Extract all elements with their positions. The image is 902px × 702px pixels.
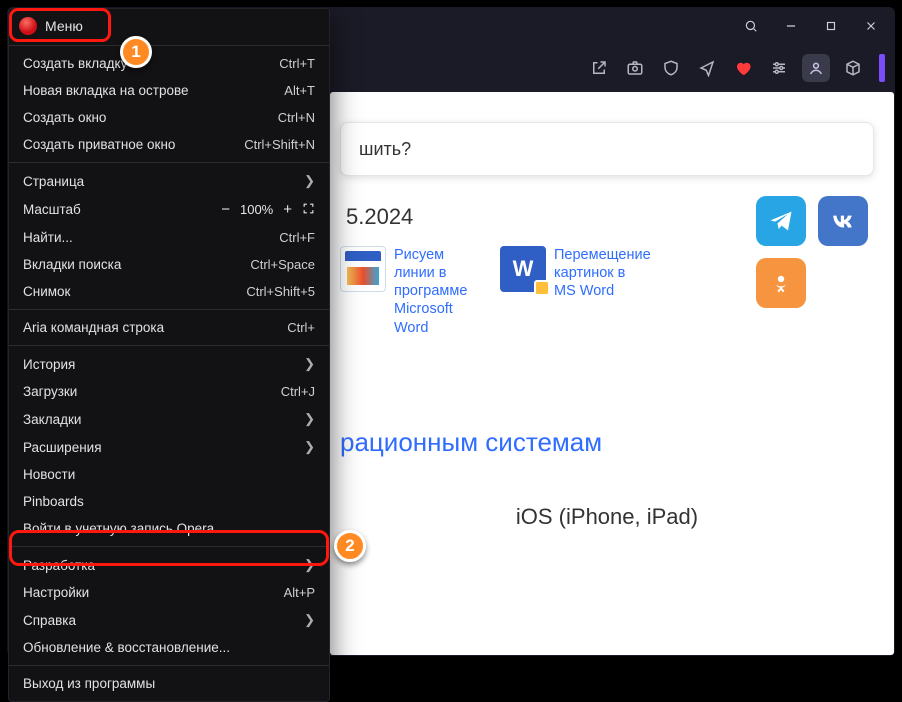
camera-icon[interactable] bbox=[622, 55, 648, 81]
menu-item[interactable]: Вкладки поиска Ctrl+Space bbox=[9, 251, 329, 278]
menu-item[interactable]: Масштаб −100% + bbox=[9, 195, 329, 224]
menu-item-label: Расширения bbox=[23, 440, 102, 455]
menu-item-label: Pinboards bbox=[23, 494, 84, 509]
menu-item[interactable]: Создать окно Ctrl+N bbox=[9, 104, 329, 131]
search-input[interactable]: шить? bbox=[340, 122, 874, 176]
zoom-value: 100% bbox=[240, 202, 273, 217]
menu-item[interactable]: Создать приватное окно Ctrl+Shift+N bbox=[9, 131, 329, 158]
menu-item[interactable]: Найти... Ctrl+F bbox=[9, 224, 329, 251]
vk-icon[interactable] bbox=[818, 196, 868, 246]
menu-shortcut: Ctrl+Shift+5 bbox=[234, 284, 315, 299]
telegram-icon[interactable] bbox=[756, 196, 806, 246]
page-content: шить? 5.2024 Рисуем линии в программе Mi… bbox=[330, 92, 894, 655]
menu-item-label: Выход из программы bbox=[23, 676, 155, 691]
opera-logo-icon bbox=[19, 17, 37, 35]
menu-item[interactable]: Настройки Alt+P bbox=[9, 579, 329, 606]
menu-item[interactable]: Войти в учетную запись Opera... bbox=[9, 515, 329, 542]
menu-item-label: Создать вкладку bbox=[23, 56, 127, 71]
badge-icon bbox=[534, 280, 550, 296]
profile-icon[interactable] bbox=[802, 54, 830, 82]
menu-title: Меню bbox=[45, 18, 83, 34]
chevron-right-icon: ❯ bbox=[304, 439, 315, 455]
menu-item-label: Разработка bbox=[23, 558, 95, 573]
menu-item-label: Создать окно bbox=[23, 110, 106, 125]
chevron-right-icon: ❯ bbox=[304, 557, 315, 573]
menu-item[interactable]: Страница ❯ bbox=[9, 167, 329, 195]
menu-item-label: Закладки bbox=[23, 412, 81, 427]
menu-item[interactable]: Создать вкладку Ctrl+T bbox=[9, 50, 329, 77]
menu-item-label: Найти... bbox=[23, 230, 73, 245]
send-icon[interactable] bbox=[694, 55, 720, 81]
menu-shortcut: Ctrl+J bbox=[269, 384, 315, 399]
menu-item[interactable]: Выход из программы bbox=[9, 670, 329, 697]
settings-lines-icon[interactable] bbox=[766, 55, 792, 81]
search-icon[interactable] bbox=[731, 7, 771, 45]
main-menu: Меню Создать вкладку Ctrl+T Новая вкладка … bbox=[8, 8, 330, 702]
menu-item[interactable]: Закладки ❯ bbox=[9, 405, 329, 433]
menu-item[interactable]: Новости bbox=[9, 461, 329, 488]
section-link[interactable]: рационным системам bbox=[340, 427, 874, 458]
menu-item[interactable]: Расширения ❯ bbox=[9, 433, 329, 461]
menu-item[interactable]: Разработка ❯ bbox=[9, 551, 329, 579]
menu-item[interactable]: История ❯ bbox=[9, 350, 329, 378]
maximize-button[interactable] bbox=[811, 7, 851, 45]
chevron-right-icon: ❯ bbox=[304, 356, 315, 372]
minimize-button[interactable] bbox=[771, 7, 811, 45]
close-button[interactable] bbox=[851, 7, 891, 45]
menu-item[interactable]: Aria командная строка Ctrl+ bbox=[9, 314, 329, 341]
menu-item-label: Обновление & восстановление... bbox=[23, 640, 230, 655]
menu-item[interactable]: Новая вкладка на острове Alt+T bbox=[9, 77, 329, 104]
sidebar-toggle[interactable] bbox=[879, 54, 885, 82]
search-hint: шить? bbox=[359, 139, 411, 160]
share-icon[interactable] bbox=[586, 55, 612, 81]
card-title: Перемещение картинок в MS Word bbox=[554, 246, 651, 300]
paint-app-icon bbox=[340, 246, 386, 292]
menu-shortcut: Ctrl+F bbox=[267, 230, 315, 245]
menu-item-label: Страница bbox=[23, 174, 84, 189]
zoom-in-button[interactable]: + bbox=[283, 201, 292, 218]
menu-item-label: Масштаб bbox=[23, 202, 81, 217]
menu-item-label: Вкладки поиска bbox=[23, 257, 121, 272]
menu-shortcut: Ctrl+ bbox=[275, 320, 315, 335]
shield-icon[interactable] bbox=[658, 55, 684, 81]
menu-item-label: Справка bbox=[23, 613, 76, 628]
chevron-right-icon: ❯ bbox=[304, 411, 315, 427]
menu-item[interactable]: Снимок Ctrl+Shift+5 bbox=[9, 278, 329, 305]
menu-shortcut: Alt+P bbox=[272, 585, 315, 600]
menu-shortcut: Ctrl+Space bbox=[238, 257, 315, 272]
menu-item-label: Новости bbox=[23, 467, 75, 482]
menu-item[interactable]: Pinboards bbox=[9, 488, 329, 515]
menu-header[interactable]: Меню bbox=[9, 9, 329, 46]
article-card[interactable]: Перемещение картинок в MS Word bbox=[500, 246, 640, 300]
os-label: iOS (iPhone, iPad) bbox=[340, 504, 874, 530]
zoom-out-button[interactable]: − bbox=[221, 201, 230, 218]
menu-shortcut: Alt+T bbox=[272, 83, 315, 98]
menu-shortcut: Ctrl+Shift+N bbox=[232, 137, 315, 152]
menu-item-label: Снимок bbox=[23, 284, 70, 299]
ok-icon[interactable] bbox=[756, 258, 806, 308]
menu-shortcut: Ctrl+N bbox=[266, 110, 315, 125]
chevron-right-icon: ❯ bbox=[304, 173, 315, 189]
menu-item[interactable]: Загрузки Ctrl+J bbox=[9, 378, 329, 405]
menu-item-label: Войти в учетную запись Opera... bbox=[23, 521, 225, 536]
menu-shortcut: Ctrl+T bbox=[267, 56, 315, 71]
menu-item-label: Aria командная строка bbox=[23, 320, 164, 335]
menu-item-label: Загрузки bbox=[23, 384, 77, 399]
share-buttons bbox=[756, 196, 868, 308]
card-title: Рисуем линии в программе Microsoft Word bbox=[394, 246, 480, 337]
cube-icon[interactable] bbox=[840, 55, 866, 81]
menu-item[interactable]: Справка ❯ bbox=[9, 606, 329, 634]
word-app-icon bbox=[500, 246, 546, 292]
article-card[interactable]: Рисуем линии в программе Microsoft Word bbox=[340, 246, 480, 337]
fullscreen-icon[interactable] bbox=[302, 202, 315, 218]
heart-icon[interactable] bbox=[730, 55, 756, 81]
chevron-right-icon: ❯ bbox=[304, 612, 315, 628]
menu-item-label: Настройки bbox=[23, 585, 89, 600]
menu-item-label: Новая вкладка на острове bbox=[23, 83, 189, 98]
menu-item[interactable]: Обновление & восстановление... bbox=[9, 634, 329, 661]
menu-item-label: Создать приватное окно bbox=[23, 137, 175, 152]
menu-item-label: История bbox=[23, 357, 75, 372]
